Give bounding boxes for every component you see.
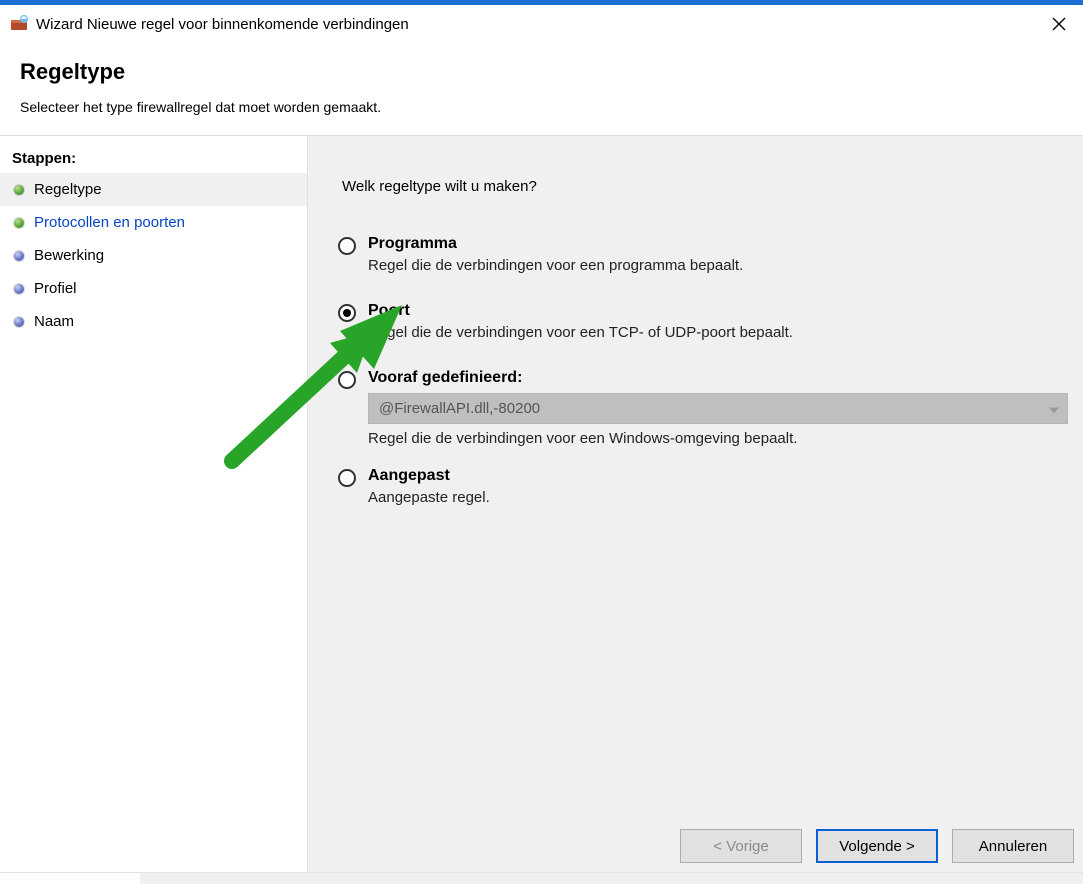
- option-title: Aangepast: [368, 467, 1068, 485]
- option-desc: Regel die de verbindingen voor een Windo…: [368, 430, 1068, 447]
- option-desc: Regel die de verbindingen voor een TCP- …: [368, 324, 1068, 341]
- step-bullet-icon: [14, 185, 24, 195]
- option-body: Aangepast Aangepaste regel.: [368, 467, 1068, 506]
- option-programma: Programma Regel die de verbindingen voor…: [338, 235, 1068, 274]
- next-label: Volgende >: [839, 838, 915, 855]
- steps-sidebar: Stappen: Regeltype Protocollen en poorte…: [0, 136, 308, 879]
- firewall-app-icon: [10, 15, 28, 33]
- option-title: Vooraf gedefinieerd:: [368, 369, 1068, 387]
- step-bewerking[interactable]: Bewerking: [0, 239, 307, 272]
- predefined-dropdown: @FirewallAPI.dll,-80200: [368, 393, 1068, 424]
- steps-title: Stappen:: [0, 146, 307, 173]
- option-title: Poort: [368, 302, 1068, 320]
- radio-poort[interactable]: [338, 304, 356, 322]
- main-content: Welk regeltype wilt u maken? Programma R…: [308, 136, 1083, 879]
- close-button[interactable]: [1035, 5, 1083, 43]
- next-button[interactable]: Volgende >: [816, 829, 938, 863]
- step-label: Naam: [34, 313, 74, 330]
- option-body: Programma Regel die de verbindingen voor…: [368, 235, 1068, 274]
- page-header: Regeltype Selecteer het type firewallreg…: [0, 43, 1083, 136]
- option-aangepast: Aangepast Aangepaste regel.: [338, 467, 1068, 506]
- option-body: Poort Regel die de verbindingen voor een…: [368, 302, 1068, 341]
- step-bullet-icon: [14, 218, 24, 228]
- option-desc: Regel die de verbindingen voor een progr…: [368, 257, 1068, 274]
- step-label: Bewerking: [34, 247, 104, 264]
- background-strip: [0, 872, 1083, 884]
- radio-programma[interactable]: [338, 237, 356, 255]
- back-label: < Vorige: [713, 838, 768, 855]
- radio-vooraf-gedefinieerd[interactable]: [338, 371, 356, 389]
- titlebar: Wizard Nieuwe regel voor binnenkomende v…: [0, 5, 1083, 43]
- page-title: Regeltype: [20, 59, 1063, 85]
- step-bullet-icon: [14, 251, 24, 261]
- step-naam[interactable]: Naam: [0, 305, 307, 338]
- step-label: Protocollen en poorten: [34, 214, 185, 231]
- cancel-label: Annuleren: [979, 838, 1047, 855]
- option-poort: Poort Regel die de verbindingen voor een…: [338, 302, 1068, 341]
- step-protocollen-en-poorten[interactable]: Protocollen en poorten: [0, 206, 307, 239]
- step-bullet-icon: [14, 284, 24, 294]
- step-label: Profiel: [34, 280, 77, 297]
- option-body: Vooraf gedefinieerd: @FirewallAPI.dll,-8…: [368, 369, 1068, 447]
- window-title: Wizard Nieuwe regel voor binnenkomende v…: [36, 16, 409, 33]
- page-subtitle: Selecteer het type firewallregel dat moe…: [20, 99, 1063, 115]
- step-label: Regeltype: [34, 181, 102, 198]
- question-text: Welk regeltype wilt u maken?: [342, 178, 1068, 195]
- dropdown-value: @FirewallAPI.dll,-80200: [379, 400, 540, 417]
- wizard-body: Stappen: Regeltype Protocollen en poorte…: [0, 136, 1083, 879]
- chevron-down-icon: [1049, 400, 1059, 417]
- close-icon: [1052, 17, 1066, 31]
- radio-aangepast[interactable]: [338, 469, 356, 487]
- option-desc: Aangepaste regel.: [368, 489, 1068, 506]
- option-title: Programma: [368, 235, 1068, 253]
- wizard-window: Wizard Nieuwe regel voor binnenkomende v…: [0, 0, 1083, 884]
- step-regeltype[interactable]: Regeltype: [0, 173, 307, 206]
- step-bullet-icon: [14, 317, 24, 327]
- step-profiel[interactable]: Profiel: [0, 272, 307, 305]
- cancel-button[interactable]: Annuleren: [952, 829, 1074, 863]
- back-button: < Vorige: [680, 829, 802, 863]
- wizard-footer: < Vorige Volgende > Annuleren: [680, 829, 1074, 863]
- option-vooraf-gedefinieerd: Vooraf gedefinieerd: @FirewallAPI.dll,-8…: [338, 369, 1068, 447]
